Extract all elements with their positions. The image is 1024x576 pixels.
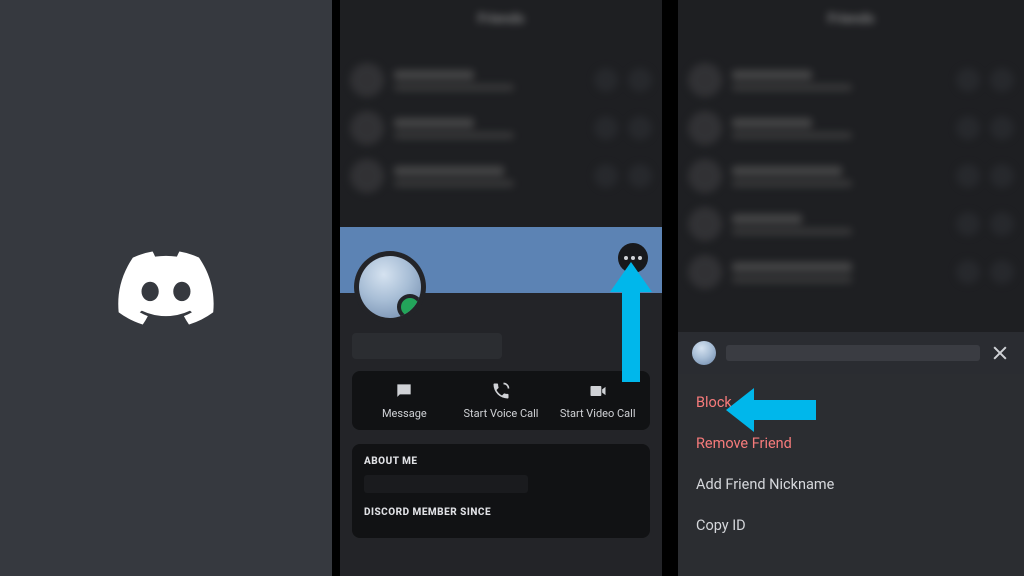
video-call-button[interactable]: Start Video Call — [549, 381, 646, 420]
profile-actions: Message Start Voice Call Start Video Cal… — [352, 371, 650, 430]
message-button[interactable]: Message — [356, 381, 453, 420]
profile-info-section: ABOUT ME DISCORD MEMBER SINCE — [352, 444, 650, 538]
about-me-heading: ABOUT ME — [364, 456, 638, 467]
annotation-arrow-left — [726, 388, 816, 432]
username-redacted — [726, 345, 980, 361]
username-redacted — [352, 333, 502, 359]
profile-panel: Friends Message — [332, 0, 670, 576]
voice-call-button[interactable]: Start Voice Call — [453, 381, 550, 420]
sheet-header — [678, 332, 1024, 374]
add-nickname-option[interactable]: Add Friend Nickname — [678, 464, 1024, 505]
message-icon — [394, 381, 414, 401]
phone-icon — [491, 381, 511, 401]
page-title: Friends — [678, 0, 1024, 38]
page-title: Friends — [340, 0, 662, 38]
friends-list-blurred: Friends — [678, 0, 1024, 340]
discord-logo-icon — [118, 251, 214, 325]
friends-list-blurred: Friends — [340, 0, 662, 230]
ellipsis-icon — [624, 256, 642, 260]
close-icon[interactable] — [990, 343, 1010, 363]
profile-avatar[interactable] — [354, 251, 426, 323]
mini-avatar — [692, 341, 716, 365]
about-me-redacted — [364, 475, 528, 493]
member-since-heading: DISCORD MEMBER SINCE — [364, 507, 638, 518]
voice-call-label: Start Voice Call — [464, 407, 539, 420]
video-call-label: Start Video Call — [560, 407, 636, 420]
copy-id-option[interactable]: Copy ID — [678, 505, 1024, 546]
annotation-arrow-up — [610, 262, 652, 382]
context-menu-panel: Friends Block Remove Friend Add Friend N… — [670, 0, 1024, 576]
video-icon — [588, 381, 608, 401]
logo-panel — [0, 0, 332, 576]
message-label: Message — [382, 407, 427, 420]
